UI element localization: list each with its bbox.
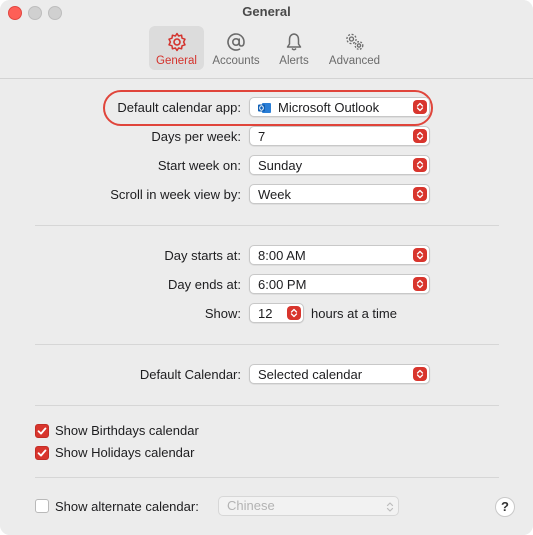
start-week-label: Start week on: bbox=[157, 158, 241, 173]
tab-advanced[interactable]: Advanced bbox=[326, 26, 383, 70]
divider bbox=[35, 405, 499, 406]
tab-accounts[interactable]: Accounts bbox=[208, 26, 264, 70]
start-week-select[interactable]: Sunday bbox=[249, 155, 430, 175]
default-calendar-value: Selected calendar bbox=[258, 367, 363, 382]
default-app-value: Microsoft Outlook bbox=[278, 100, 380, 115]
scroll-week-value: Week bbox=[258, 187, 291, 202]
days-per-week-select[interactable]: 7 bbox=[249, 126, 430, 146]
day-ends-label: Day ends at: bbox=[168, 277, 241, 292]
show-hours-label: Show: bbox=[204, 306, 241, 321]
gear-icon bbox=[166, 31, 188, 53]
divider bbox=[35, 225, 499, 226]
alternate-calendar-value: Chinese bbox=[227, 498, 275, 513]
holidays-checkbox[interactable] bbox=[35, 446, 49, 460]
chevron-updown-icon bbox=[413, 367, 427, 381]
day-starts-value: 8:00 AM bbox=[258, 248, 306, 263]
alternate-calendar-select: Chinese bbox=[218, 496, 399, 516]
chevron-updown-icon bbox=[287, 306, 301, 320]
show-hours-select[interactable]: 12 bbox=[249, 303, 304, 323]
birthdays-label[interactable]: Show Birthdays calendar bbox=[55, 423, 199, 438]
chevron-updown-icon bbox=[386, 500, 394, 518]
default-calendar-select[interactable]: Selected calendar bbox=[249, 364, 430, 384]
divider bbox=[35, 477, 499, 478]
chevron-updown-icon bbox=[413, 158, 427, 172]
day-starts-label: Day starts at: bbox=[164, 248, 241, 263]
chevron-updown-icon bbox=[413, 100, 427, 114]
tab-label: Advanced bbox=[328, 55, 381, 67]
at-sign-icon bbox=[225, 31, 247, 53]
default-app-label: Default calendar app: bbox=[117, 100, 241, 115]
alternate-calendar-label[interactable]: Show alternate calendar: bbox=[55, 499, 199, 514]
default-calendar-label: Default Calendar: bbox=[139, 367, 241, 382]
day-ends-select[interactable]: 6:00 PM bbox=[249, 274, 430, 294]
toolbar: General General Accounts Alerts Advanced bbox=[0, 0, 533, 79]
preferences-window: General General Accounts Alerts Advanced… bbox=[0, 0, 533, 535]
chevron-updown-icon bbox=[413, 129, 427, 143]
holidays-label[interactable]: Show Holidays calendar bbox=[55, 445, 194, 460]
outlook-icon bbox=[258, 100, 271, 113]
day-ends-value: 6:00 PM bbox=[258, 277, 307, 292]
tab-general[interactable]: General bbox=[149, 26, 204, 70]
chevron-updown-icon bbox=[413, 187, 427, 201]
chevron-updown-icon bbox=[413, 277, 427, 291]
alternate-calendar-checkbox[interactable] bbox=[35, 499, 49, 513]
window-title: General bbox=[242, 4, 291, 19]
birthdays-checkbox[interactable] bbox=[35, 424, 49, 438]
days-per-week-label: Days per week: bbox=[151, 129, 241, 144]
tab-label: General bbox=[156, 55, 197, 67]
scroll-week-select[interactable]: Week bbox=[249, 184, 430, 204]
default-app-select[interactable]: Microsoft Outlook bbox=[249, 97, 430, 117]
tab-label: Alerts bbox=[279, 55, 309, 67]
scroll-week-label: Scroll in week view by: bbox=[110, 187, 241, 202]
days-per-week-value: 7 bbox=[258, 129, 266, 144]
chevron-updown-icon bbox=[413, 248, 427, 262]
day-starts-select[interactable]: 8:00 AM bbox=[249, 245, 430, 265]
tab-label: Accounts bbox=[212, 55, 260, 67]
start-week-value: Sunday bbox=[258, 158, 303, 173]
tab-alerts[interactable]: Alerts bbox=[272, 26, 316, 70]
show-hours-suffix: hours at a time bbox=[311, 306, 397, 321]
bell-icon bbox=[283, 31, 305, 53]
help-button[interactable]: ? bbox=[495, 497, 515, 517]
divider bbox=[35, 344, 499, 345]
gears-icon bbox=[344, 31, 366, 53]
show-hours-value: 12 bbox=[258, 306, 273, 321]
